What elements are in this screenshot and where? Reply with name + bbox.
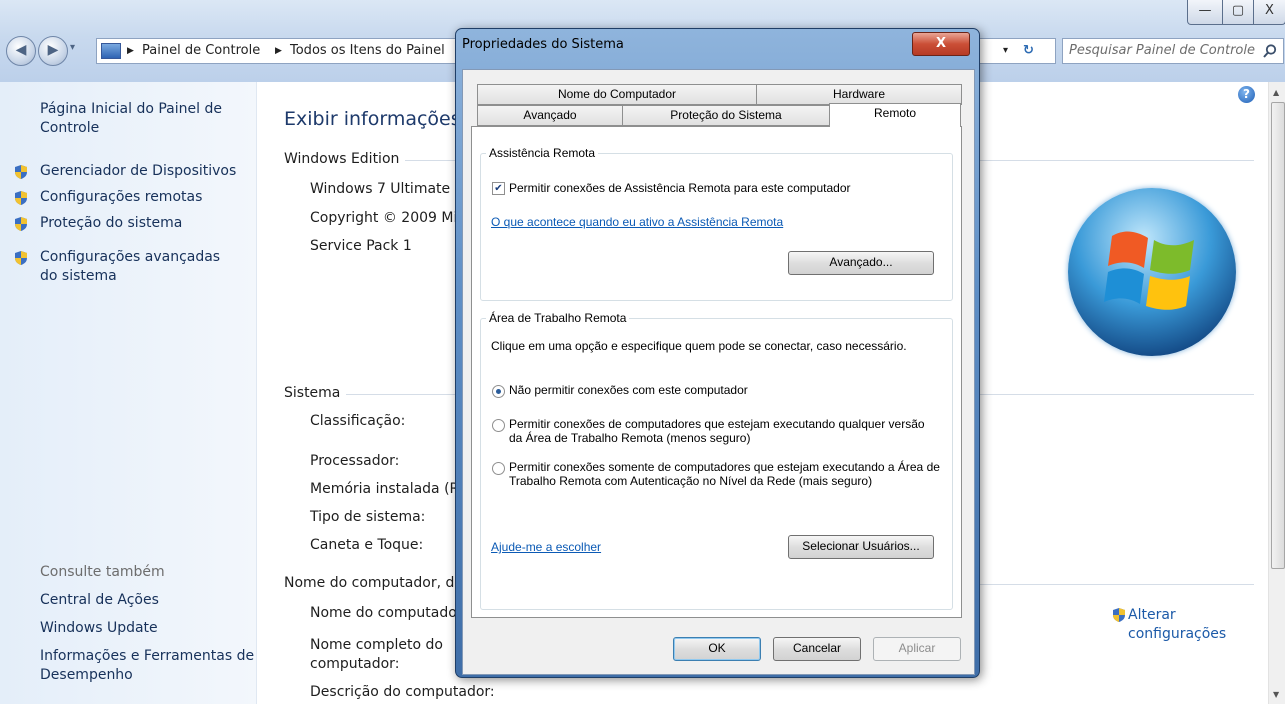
installed-memory-label: Memória instalada (RA xyxy=(310,481,469,497)
back-arrow-icon: ◀ xyxy=(15,42,27,58)
breadcrumb-separator-icon: ▶ xyxy=(275,46,282,56)
system-heading: Sistema xyxy=(284,385,347,401)
allow-remote-assistance-checkbox[interactable]: ✔ xyxy=(492,182,505,195)
left-nav-pane: Página Inicial do Painel de Controle Ger… xyxy=(0,82,257,704)
shield-icon xyxy=(15,217,27,231)
checkmark-icon: ✔ xyxy=(494,183,503,194)
radio-nla-only[interactable] xyxy=(492,462,505,475)
processor-label: Processador: xyxy=(310,453,400,469)
history-dropdown-icon[interactable]: ▾ xyxy=(70,42,75,53)
radio-any-version-label[interactable]: Permitir conexões de computadores que es… xyxy=(509,417,929,445)
copyright-text: Copyright © 2009 Mic xyxy=(310,210,466,226)
full-computer-name-label: Nome completo do computador: xyxy=(310,637,443,672)
edition-name: Windows 7 Ultimate xyxy=(310,181,451,197)
system-protection-link[interactable]: Proteção do sistema xyxy=(40,214,182,233)
remote-settings-link[interactable]: Configurações remotas xyxy=(40,188,202,207)
shield-icon xyxy=(15,191,27,205)
scroll-up-icon[interactable]: ▲ xyxy=(1273,88,1279,97)
computer-name-label: Nome do computado xyxy=(310,605,457,621)
search-placeholder: Pesquisar Painel de Controle xyxy=(1069,43,1255,58)
maximize-button[interactable]: ▢ xyxy=(1222,0,1254,25)
shield-icon xyxy=(15,251,27,265)
remote-tab-panel: Assistência Remota ✔ Permitir conexões d… xyxy=(471,126,962,618)
action-center-link[interactable]: Central de Ações xyxy=(40,591,159,610)
address-dropdown-icon[interactable]: ▾ xyxy=(1003,39,1008,63)
vertical-scrollbar[interactable]: ▲ ▼ xyxy=(1268,82,1285,704)
cancel-button[interactable]: Cancelar xyxy=(773,637,861,661)
page-title: Exibir informações b xyxy=(284,108,479,130)
windows-update-link[interactable]: Windows Update xyxy=(40,619,158,638)
see-also-heading: Consulte também xyxy=(40,564,165,580)
breadcrumb-all-items[interactable]: Todos os Itens do Painel xyxy=(290,39,445,63)
performance-info-link[interactable]: Informações e Ferramentas de Desempenho xyxy=(40,647,255,685)
pen-touch-label: Caneta e Toque: xyxy=(310,537,424,553)
allow-remote-assistance-label[interactable]: Permitir conexões de Assistência Remota … xyxy=(509,181,851,195)
windows-edition-heading: Windows Edition xyxy=(284,151,406,167)
control-panel-icon xyxy=(101,43,121,59)
windows-flag-icon xyxy=(1104,231,1194,310)
radio-nla-only-label[interactable]: Permitir conexões somente de computadore… xyxy=(509,460,949,488)
close-window-button[interactable]: X xyxy=(1253,0,1285,25)
computer-name-heading: Nome do computador, do xyxy=(284,575,469,591)
radio-no-connections-label[interactable]: Não permitir conexões com este computado… xyxy=(509,383,748,397)
refresh-icon[interactable]: ↻ xyxy=(1023,39,1034,63)
remote-desktop-group-label: Área de Trabalho Remota xyxy=(486,311,630,325)
search-icon xyxy=(1263,44,1277,58)
remote-desktop-description: Clique em uma opção e especifique quem p… xyxy=(491,339,907,353)
tab-hardware[interactable]: Hardware xyxy=(756,84,962,105)
tab-system-protection[interactable]: Proteção do Sistema xyxy=(622,105,830,126)
system-properties-dialog: Propriedades do Sistema X Nome do Comput… xyxy=(455,28,980,678)
dialog-body: Nome do Computador Hardware Avançado Pro… xyxy=(462,69,975,675)
help-icon[interactable]: ? xyxy=(1238,86,1255,103)
breadcrumb-separator-icon: ▶ xyxy=(127,46,134,56)
windows-logo xyxy=(1068,188,1236,356)
control-panel-home-link[interactable]: Página Inicial do Painel de Controle xyxy=(40,100,240,138)
select-users-button[interactable]: Selecionar Usuários... xyxy=(788,535,934,559)
search-input[interactable]: Pesquisar Painel de Controle xyxy=(1062,38,1284,64)
radio-no-connections[interactable] xyxy=(492,385,505,398)
apply-button[interactable]: Aplicar xyxy=(873,637,961,661)
tab-remote[interactable]: Remoto xyxy=(829,103,961,127)
dialog-title: Propriedades do Sistema xyxy=(462,37,624,52)
scroll-thumb[interactable] xyxy=(1271,102,1285,569)
shield-icon xyxy=(1113,608,1125,622)
computer-description-label: Descrição do computador: xyxy=(310,684,495,700)
minimize-button[interactable]: — xyxy=(1187,0,1223,25)
rating-label: Classificação: xyxy=(310,413,406,429)
device-manager-link[interactable]: Gerenciador de Dispositivos xyxy=(40,162,236,181)
back-button[interactable]: ◀ xyxy=(6,36,36,66)
ok-button[interactable]: OK xyxy=(673,637,761,661)
remote-assistance-group-label: Assistência Remota xyxy=(486,146,599,160)
shield-icon xyxy=(15,165,27,179)
advanced-system-settings-link[interactable]: Configurações avançadas do sistema xyxy=(40,248,240,286)
tab-advanced[interactable]: Avançado xyxy=(477,105,623,126)
breadcrumb-control-panel[interactable]: Painel de Controle xyxy=(142,39,260,63)
change-settings-link[interactable]: Alterar configurações xyxy=(1128,606,1238,644)
forward-button[interactable]: ▶ xyxy=(38,36,68,66)
remote-assistance-info-link[interactable]: O que acontece quando eu ativo a Assistê… xyxy=(491,215,783,229)
system-type-label: Tipo de sistema: xyxy=(310,509,426,525)
service-pack-text: Service Pack 1 xyxy=(310,238,412,254)
forward-arrow-icon: ▶ xyxy=(47,42,59,58)
advanced-button[interactable]: Avançado... xyxy=(788,251,934,275)
dialog-close-button[interactable]: X xyxy=(912,32,970,56)
help-me-choose-link[interactable]: Ajude-me a escolher xyxy=(491,540,601,554)
radio-any-version[interactable] xyxy=(492,419,505,432)
scroll-down-icon[interactable]: ▼ xyxy=(1273,690,1279,699)
tab-computer-name[interactable]: Nome do Computador xyxy=(477,84,757,105)
